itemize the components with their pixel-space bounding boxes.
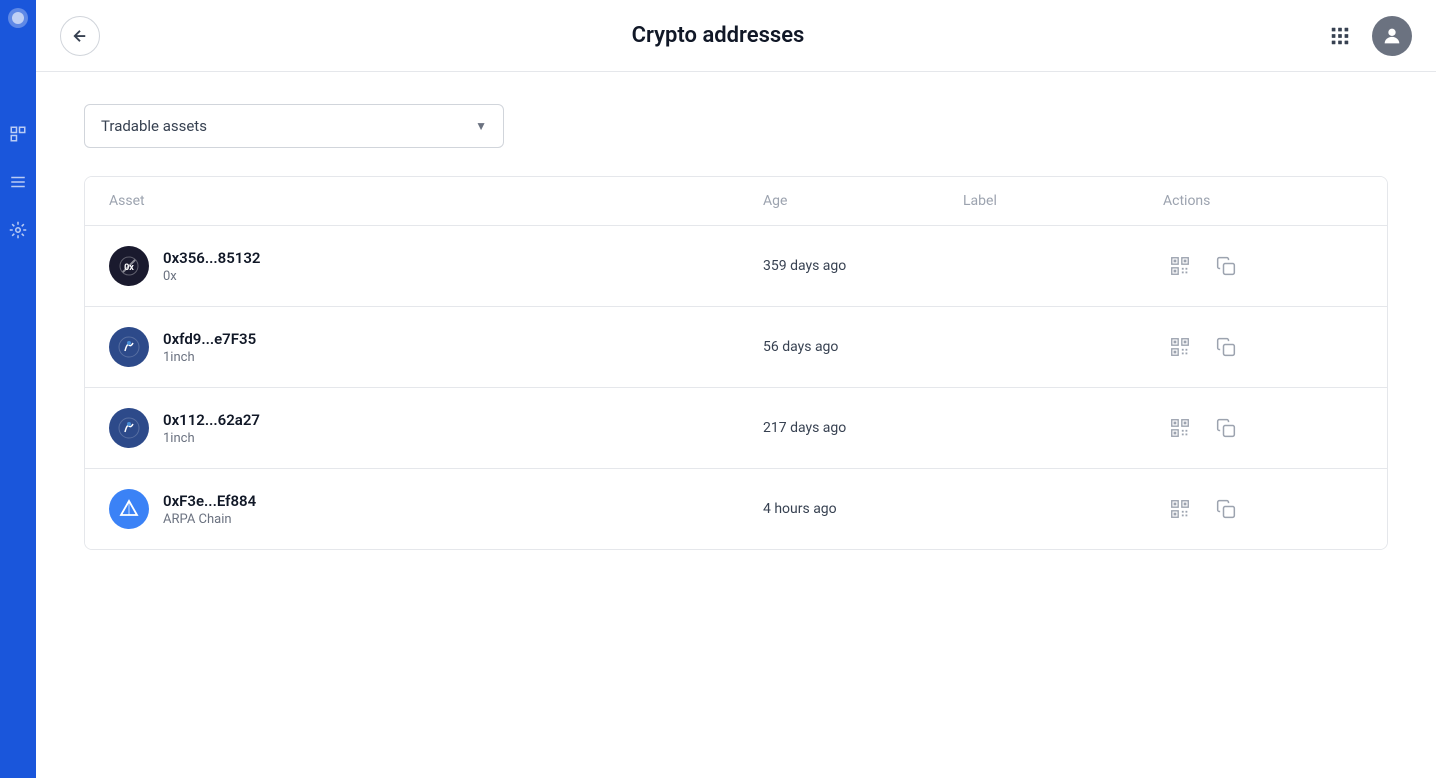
user-avatar[interactable]: [1372, 16, 1412, 56]
actions-4: [1163, 492, 1363, 526]
nav-icon-3: [9, 221, 27, 239]
sidebar-nav-1[interactable]: [0, 116, 36, 152]
header: Crypto addresses: [36, 0, 1436, 72]
col-header-asset: Asset: [109, 193, 763, 209]
network-2: 1inch: [163, 350, 256, 365]
logo-icon: [6, 6, 30, 30]
col-header-actions: Actions: [1163, 193, 1363, 209]
dropdown-label: Tradable assets: [101, 117, 207, 135]
asset-icon-2: [109, 327, 149, 367]
actions-1: [1163, 249, 1363, 283]
content-area: Tradable assets ▼ Asset Age Label Action…: [36, 72, 1436, 582]
chevron-down-icon: ▼: [475, 119, 487, 133]
apps-button[interactable]: [1320, 16, 1360, 56]
apps-grid-icon: [1329, 25, 1351, 47]
qr-button-1[interactable]: [1163, 249, 1197, 283]
address-2: 0xfd9...e7F35: [163, 330, 256, 348]
address-1: 0x356...85132: [163, 249, 261, 267]
avatar-icon: [1381, 25, 1403, 47]
copy-icon: [1216, 418, 1236, 438]
table-row: 0xfd9...e7F35 1inch 56 days ago: [85, 307, 1387, 388]
nav-icon-1: [9, 125, 27, 143]
network-3: 1inch: [163, 431, 260, 446]
copy-icon: [1216, 256, 1236, 276]
sidebar: [0, 0, 36, 778]
table-row: 0x 0x356...85132 0x 359 days ago: [85, 226, 1387, 307]
asset-info-4: 0xF3e...Ef884 ARPA Chain: [163, 492, 256, 527]
asset-info-3: 0x112...62a27 1inch: [163, 411, 260, 446]
header-right: [1320, 16, 1412, 56]
address-4: 0xF3e...Ef884: [163, 492, 256, 510]
table-row: 0xF3e...Ef884 ARPA Chain 4 hours ago: [85, 469, 1387, 549]
sidebar-nav-2[interactable]: [0, 164, 36, 200]
page-title: Crypto addresses: [632, 23, 805, 48]
back-arrow-icon: [71, 27, 89, 45]
addresses-table: Asset Age Label Actions 0x: [84, 176, 1388, 550]
copy-button-4[interactable]: [1209, 492, 1243, 526]
sidebar-logo: [0, 0, 36, 36]
table-header: Asset Age Label Actions: [85, 177, 1387, 226]
qr-button-3[interactable]: [1163, 411, 1197, 445]
age-4: 4 hours ago: [763, 501, 963, 517]
copy-icon: [1216, 499, 1236, 519]
copy-button-1[interactable]: [1209, 249, 1243, 283]
copy-button-2[interactable]: [1209, 330, 1243, 364]
qr-button-4[interactable]: [1163, 492, 1197, 526]
address-3: 0x112...62a27: [163, 411, 260, 429]
asset-info-2: 0xfd9...e7F35 1inch: [163, 330, 256, 365]
1inch-token-icon-2: [117, 416, 141, 440]
nav-icon-2: [9, 173, 27, 191]
asset-icon-1: 0x: [109, 246, 149, 286]
0x-token-icon: 0x: [117, 254, 141, 278]
copy-button-3[interactable]: [1209, 411, 1243, 445]
asset-cell-2: 0xfd9...e7F35 1inch: [109, 327, 763, 367]
actions-2: [1163, 330, 1363, 364]
col-header-age: Age: [763, 193, 963, 209]
asset-icon-4: [109, 489, 149, 529]
back-button[interactable]: [60, 16, 100, 56]
qr-code-icon: [1169, 417, 1191, 439]
age-1: 359 days ago: [763, 258, 963, 274]
asset-info-1: 0x356...85132 0x: [163, 249, 261, 284]
asset-cell-3: 0x112...62a27 1inch: [109, 408, 763, 448]
network-1: 0x: [163, 269, 261, 284]
tradable-assets-dropdown[interactable]: Tradable assets ▼: [84, 104, 504, 148]
qr-code-icon: [1169, 255, 1191, 277]
qr-code-icon: [1169, 498, 1191, 520]
asset-cell-1: 0x 0x356...85132 0x: [109, 246, 763, 286]
col-header-label: Label: [963, 193, 1163, 209]
network-4: ARPA Chain: [163, 512, 256, 527]
asset-icon-3: [109, 408, 149, 448]
main-content: Crypto addresses: [36, 0, 1436, 778]
qr-code-icon: [1169, 336, 1191, 358]
sidebar-nav-3[interactable]: [0, 212, 36, 248]
qr-button-2[interactable]: [1163, 330, 1197, 364]
copy-icon: [1216, 337, 1236, 357]
table-row: 0x112...62a27 1inch 217 days ago: [85, 388, 1387, 469]
1inch-token-icon: [117, 335, 141, 359]
actions-3: [1163, 411, 1363, 445]
asset-cell-4: 0xF3e...Ef884 ARPA Chain: [109, 489, 763, 529]
age-3: 217 days ago: [763, 420, 963, 436]
age-2: 56 days ago: [763, 339, 963, 355]
header-left: [60, 16, 100, 56]
arpa-token-icon: [117, 497, 141, 521]
